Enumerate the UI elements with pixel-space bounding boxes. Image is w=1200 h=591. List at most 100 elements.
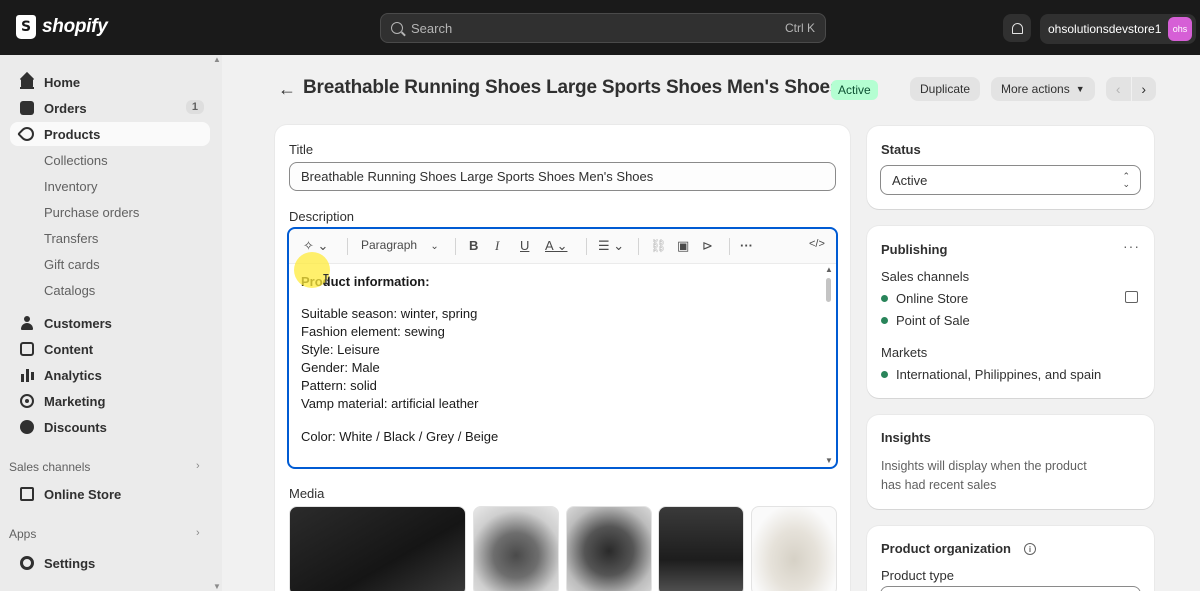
orders-count-badge: 1 bbox=[185, 100, 204, 114]
product-pager: ‹ › bbox=[1106, 77, 1156, 101]
sidebar-item-inventory[interactable]: Inventory bbox=[10, 174, 210, 198]
sidebar-item-label: Gift cards bbox=[44, 256, 100, 272]
status-select[interactable]: Active ⌃ ⌄ bbox=[880, 165, 1141, 195]
code-view-icon[interactable]: </> bbox=[809, 238, 825, 250]
paragraph-label: Paragraph bbox=[361, 238, 418, 252]
title-input[interactable]: Breathable Running Shoes Large Sports Sh… bbox=[289, 162, 836, 191]
search-shortcut: Ctrl K bbox=[785, 21, 815, 35]
product-organization-title: Product organization bbox=[881, 541, 1011, 556]
sidebar-item-discounts[interactable]: Discounts bbox=[10, 415, 210, 439]
markets-label: Markets bbox=[881, 345, 928, 360]
search-bar[interactable]: Search Ctrl K bbox=[380, 13, 826, 43]
text-cursor-icon: I bbox=[322, 273, 330, 288]
sidebar-item-label: Content bbox=[44, 341, 94, 357]
media-image-main[interactable] bbox=[289, 506, 466, 591]
media-label: Media bbox=[289, 486, 325, 501]
media-image[interactable] bbox=[658, 506, 744, 591]
media-image[interactable] bbox=[566, 506, 652, 591]
sidebar-item-label: Transfers bbox=[44, 230, 99, 246]
sidebar-item-label: Orders bbox=[44, 100, 87, 116]
channel-online-store: Online Store bbox=[881, 291, 968, 306]
info-icon[interactable]: i bbox=[1024, 543, 1036, 555]
previous-product-icon[interactable]: ‹ bbox=[1106, 77, 1132, 101]
editor-scrollbar[interactable]: ▲ ▼ bbox=[824, 265, 834, 465]
more-actions-label: More actions bbox=[1001, 82, 1070, 96]
sidebar-item-label: Collections bbox=[44, 152, 108, 168]
scroll-down-icon[interactable]: ▼ bbox=[213, 582, 221, 591]
description-line: Style: Leisure bbox=[301, 342, 380, 357]
description-content[interactable]: Product information: Suitable season: wi… bbox=[301, 273, 821, 446]
sidebar-item-online-store[interactable]: Online Store bbox=[10, 482, 210, 506]
sidebar-item-label: Settings bbox=[44, 555, 96, 571]
description-line: Gender: Male bbox=[301, 360, 380, 375]
product-type-input[interactable] bbox=[880, 586, 1141, 591]
media-image[interactable] bbox=[751, 506, 837, 591]
sales-channels-section-label[interactable]: Sales channels bbox=[9, 460, 90, 474]
sidebar-item-label: Analytics bbox=[44, 367, 102, 383]
back-arrow-icon[interactable]: ← bbox=[278, 79, 296, 100]
sidebar-item-marketing[interactable]: Marketing bbox=[10, 389, 210, 413]
title-label: Title bbox=[289, 142, 314, 157]
more-actions-button[interactable]: More actions ▼ bbox=[991, 77, 1095, 101]
align-icon[interactable]: ☰ ⌄ bbox=[598, 238, 624, 254]
insights-card-title: Insights bbox=[881, 430, 931, 445]
analytics-icon bbox=[20, 368, 34, 382]
shopify-logo[interactable]: shopify bbox=[16, 15, 108, 39]
sidebar-item-catalogs[interactable]: Catalogs bbox=[10, 278, 210, 302]
status-badge: Active bbox=[831, 80, 878, 100]
duplicate-button[interactable]: Duplicate bbox=[910, 77, 981, 101]
sidebar-scrollbar[interactable]: ▲ ▼ bbox=[212, 55, 222, 591]
image-icon[interactable]: ▣ bbox=[677, 238, 689, 254]
published-dot-icon bbox=[881, 295, 888, 302]
store-menu-button[interactable]: ohsolutionsdevstore1 ohs bbox=[1040, 14, 1196, 44]
toolbar-divider bbox=[455, 238, 456, 255]
content-icon bbox=[20, 342, 34, 356]
sidebar-item-content[interactable]: Content bbox=[10, 337, 210, 361]
media-image[interactable] bbox=[473, 506, 559, 591]
sidebar-item-purchase-orders[interactable]: Purchase orders bbox=[10, 200, 210, 224]
underline-icon[interactable]: U bbox=[520, 238, 529, 253]
sidebar-item-analytics[interactable]: Analytics bbox=[10, 363, 210, 387]
chevron-right-icon[interactable]: › bbox=[196, 527, 200, 539]
next-product-icon[interactable]: › bbox=[1132, 77, 1157, 101]
apps-section-label[interactable]: Apps bbox=[9, 527, 36, 541]
shopify-bag-icon bbox=[16, 15, 36, 39]
sidebar-item-home[interactable]: Home bbox=[10, 70, 210, 94]
scroll-up-icon[interactable]: ▲ bbox=[213, 55, 221, 64]
paragraph-format-select[interactable]: Paragraph ⌄ bbox=[361, 238, 439, 252]
sidebar-item-label: Discounts bbox=[44, 419, 107, 435]
sidebar-item-collections[interactable]: Collections bbox=[10, 148, 210, 172]
insights-text-line: Insights will display when the product bbox=[881, 459, 1087, 473]
scroll-down-icon[interactable]: ▼ bbox=[825, 456, 833, 465]
video-icon[interactable]: ⊳ bbox=[702, 238, 713, 254]
published-dot-icon bbox=[881, 371, 888, 378]
search-placeholder: Search bbox=[411, 20, 453, 36]
select-chevron-icon: ⌃ ⌄ bbox=[1122, 171, 1130, 189]
more-tools-icon[interactable]: ··· bbox=[740, 238, 753, 253]
scroll-thumb[interactable] bbox=[826, 278, 831, 302]
description-heading: Product information: bbox=[301, 274, 430, 289]
link-icon[interactable]: ⛓ bbox=[650, 238, 667, 254]
more-options-icon[interactable]: ··· bbox=[1123, 238, 1140, 254]
sidebar-item-transfers[interactable]: Transfers bbox=[10, 226, 210, 250]
sidebar-item-settings[interactable]: Settings bbox=[10, 551, 210, 575]
sidebar-item-customers[interactable]: Customers bbox=[10, 311, 210, 335]
settings-icon bbox=[20, 556, 34, 570]
chevron-right-icon[interactable]: › bbox=[196, 460, 200, 472]
sidebar-item-products[interactable]: Products bbox=[10, 122, 210, 146]
description-line: Pattern: solid bbox=[301, 378, 377, 393]
description-editor[interactable]: ✧ ⌄ Paragraph ⌄ B I U A ⌄ ☰ ⌄ ⛓ ▣ ⊳ ··· … bbox=[287, 227, 838, 469]
sidebar-item-gift-cards[interactable]: Gift cards bbox=[10, 252, 210, 276]
toolbar-divider bbox=[347, 238, 348, 255]
description-color-line: Color: White / Black / Grey / Beige bbox=[301, 429, 499, 444]
sidebar-item-orders[interactable]: Orders 1 bbox=[10, 96, 210, 120]
markets-list: International, Philippines, and spain bbox=[896, 367, 1102, 382]
notifications-button[interactable] bbox=[1003, 14, 1031, 42]
text-color-icon[interactable]: A ⌄ bbox=[545, 238, 567, 254]
scroll-up-icon[interactable]: ▲ bbox=[825, 265, 833, 274]
italic-icon[interactable]: I bbox=[495, 238, 499, 254]
sales-channels-label: Sales channels bbox=[881, 269, 970, 284]
schedule-calendar-icon[interactable] bbox=[1125, 291, 1138, 303]
bold-icon[interactable]: B bbox=[469, 238, 478, 253]
